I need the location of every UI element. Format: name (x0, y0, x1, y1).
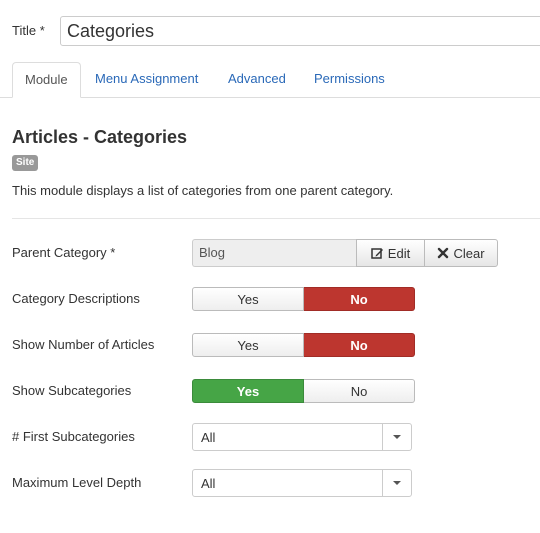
caret-down-icon (393, 481, 401, 485)
category-descriptions-yes[interactable]: Yes (192, 287, 304, 311)
edit-button[interactable]: Edit (356, 239, 425, 267)
show-subcategories-toggle: Yes No (192, 379, 415, 403)
show-subcategories-no[interactable]: No (304, 379, 415, 403)
x-icon (437, 247, 449, 259)
show-number-of-articles-no[interactable]: No (304, 333, 415, 357)
show-subcategories-yes[interactable]: Yes (192, 379, 304, 403)
caret-down-icon (393, 435, 401, 439)
edit-square-icon (371, 247, 384, 260)
dropdown-toggle[interactable] (382, 424, 411, 450)
tab-module[interactable]: Module (12, 62, 81, 98)
dropdown-toggle[interactable] (382, 470, 411, 496)
first-subcategories-label: # First Subcategories (12, 429, 135, 444)
maximum-level-depth-select[interactable]: All (192, 469, 412, 497)
section-divider (12, 218, 540, 219)
module-title: Articles - Categories (12, 127, 188, 147)
title-label: Title * (12, 23, 45, 38)
first-subcategories-value: All (201, 430, 216, 445)
module-description: This module displays a list of categorie… (12, 183, 394, 198)
maximum-level-depth-value: All (201, 476, 216, 491)
tab-menu-assignment[interactable]: Menu Assignment (83, 62, 210, 98)
parent-category-field: Blog (192, 239, 356, 267)
clear-label: Clear (453, 245, 485, 261)
show-number-of-articles-toggle: Yes No (192, 333, 415, 357)
show-subcategories-label: Show Subcategories (12, 383, 132, 398)
site-badge: Site (12, 155, 39, 171)
category-descriptions-toggle: Yes No (192, 287, 415, 311)
title-input[interactable]: Categories (60, 16, 540, 46)
edit-label: Edit (387, 245, 411, 261)
tab-permissions[interactable]: Permissions (302, 62, 397, 98)
tab-advanced[interactable]: Advanced (216, 62, 298, 98)
category-descriptions-label: Category Descriptions (12, 291, 140, 306)
parent-category-label: Parent Category * (12, 245, 116, 260)
show-number-of-articles-yes[interactable]: Yes (192, 333, 304, 357)
show-number-of-articles-label: Show Number of Articles (12, 337, 155, 352)
first-subcategories-select[interactable]: All (192, 423, 412, 451)
maximum-level-depth-label: Maximum Level Depth (12, 475, 142, 490)
clear-button[interactable]: Clear (424, 239, 498, 267)
category-descriptions-no[interactable]: No (304, 287, 415, 311)
